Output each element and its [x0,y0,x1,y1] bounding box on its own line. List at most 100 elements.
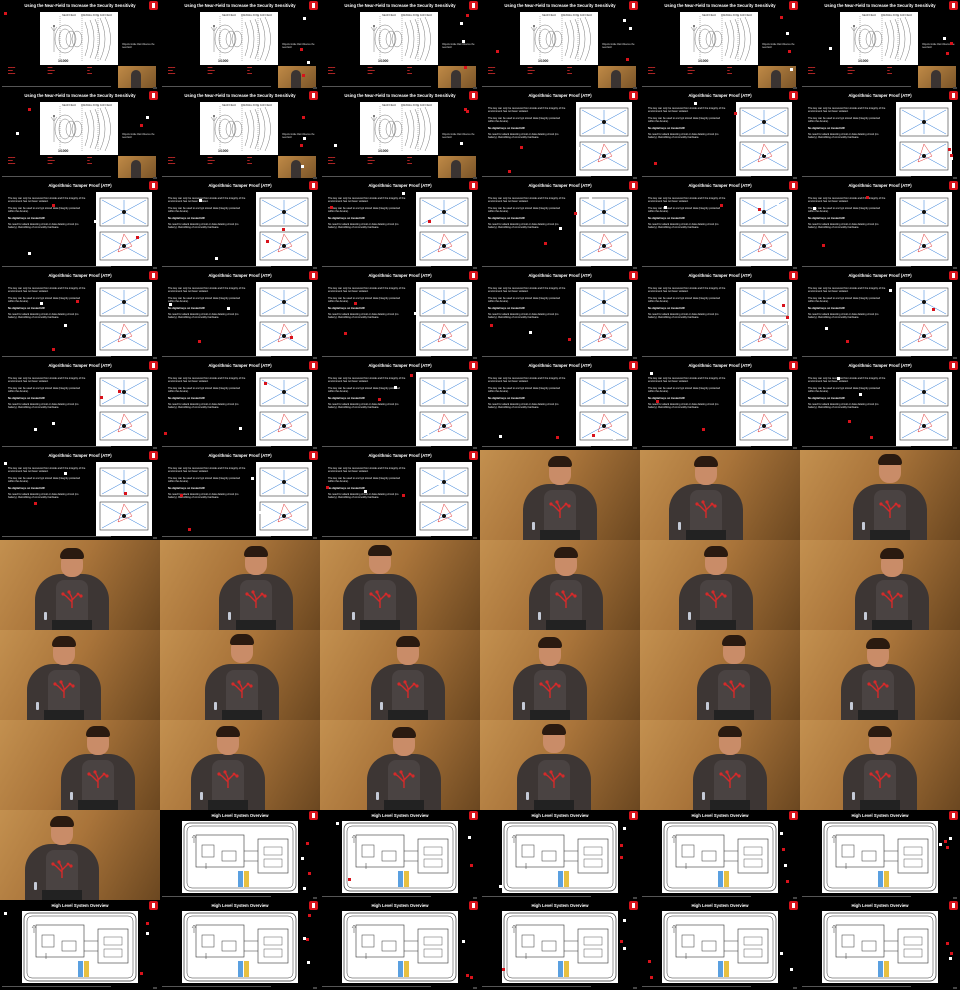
slide-atp-22[interactable]: Algorithmic Tamper Proof (ATP) The key c… [480,270,640,360]
slide-atp-17[interactable]: Algorithmic Tamper Proof (ATP) The key c… [640,180,800,270]
speaker-frame-34[interactable] [480,450,640,540]
slide-overview-66[interactable]: High Level System Overview [800,900,960,990]
speaker-frame-45[interactable] [320,630,480,720]
slide-atp-10[interactable]: Algorithmic Tamper Proof (ATP) The key c… [480,90,640,180]
speaker-frame-46[interactable] [480,630,640,720]
decor-square [948,148,951,151]
decor-square [307,961,310,964]
slide-overview-56[interactable]: High Level System Overview [160,810,320,900]
decor-square [307,61,310,64]
slide-nearfield-5[interactable]: Using the Near-Field to Increase the Sec… [640,0,800,90]
slide-footer [802,266,958,269]
slide-atp-14[interactable]: Algorithmic Tamper Proof (ATP) The key c… [160,180,320,270]
slide-atp-30[interactable]: Algorithmic Tamper Proof (ATP) The key c… [800,360,960,450]
decor-square [529,331,532,334]
slide-atp-20[interactable]: Algorithmic Tamper Proof (ATP) The key c… [160,270,320,360]
slide-atp-32[interactable]: Algorithmic Tamper Proof (ATP) The key c… [160,450,320,540]
speaker-frame-44[interactable] [160,630,320,720]
atp-paragraph-1: The key can only be recovered from insid… [808,197,886,204]
slide-overview-59[interactable]: High Level System Overview [640,810,800,900]
tree-icon [217,770,239,788]
page-number [953,177,957,179]
slide-nearfield-3[interactable]: Using the Near-Field to Increase the Sec… [320,0,480,90]
slide-overview-60[interactable]: High Level System Overview [800,810,960,900]
slide-atp-12[interactable]: Algorithmic Tamper Proof (ATP) The key c… [800,90,960,180]
speaker-frame-39[interactable] [320,540,480,630]
slide-overview-61[interactable]: High Level System Overview [0,900,160,990]
speaker-frame-51[interactable] [320,720,480,810]
page-number [633,357,637,359]
slide-overview-57[interactable]: High Level System Overview [320,810,480,900]
zone-fresnel-label: FRESNEL ZONE [561,14,580,17]
speaker-frame-40[interactable] [480,540,640,630]
decor-square [758,208,761,211]
slide-nearfield-7[interactable]: Using the Near-Field to Increase the Sec… [0,90,160,180]
slide-nearfield-9[interactable]: Using the Near-Field to Increase the Sec… [320,90,480,180]
slide-atp-19[interactable]: Algorithmic Tamper Proof (ATP) The key c… [0,270,160,360]
atp-paragraph-2: The key can be used to encrypt stored da… [808,116,881,124]
ref-logo-icon [309,181,318,190]
slide-atp-13[interactable]: Algorithmic Tamper Proof (ATP) The key c… [0,180,160,270]
atp-diagram [896,282,952,356]
slide-atp-18[interactable]: Algorithmic Tamper Proof (ATP) The key c… [800,180,960,270]
slide-atp-15[interactable]: Algorithmic Tamper Proof (ATP) The key c… [320,180,480,270]
slide-title: High Level System Overview [531,903,589,908]
speaker-frame-41[interactable] [640,540,800,630]
speaker-frame-47[interactable] [640,630,800,720]
speaker-frame-50[interactable] [160,720,320,810]
speaker-frame-37[interactable] [0,540,160,630]
atp-heading-3: No digital keys on trusted HW [488,126,525,130]
speaker-frame-35[interactable] [640,450,800,540]
speaker-frame-43[interactable] [0,630,160,720]
system-block-diagram [503,912,617,982]
speaker-frame-52[interactable] [480,720,640,810]
decor-square [4,912,7,915]
near-field-diagram: NEAR FIELD FRESNEL ZONE FAR FIELD 1/1000 [360,12,438,65]
speaker-hair [542,724,566,735]
speaker-frame-36[interactable] [800,450,960,540]
decor-square [466,110,469,113]
speaker-frame-48[interactable] [800,630,960,720]
slide-nearfield-6[interactable]: Using the Near-Field to Increase the Sec… [800,0,960,90]
slide-atp-21[interactable]: Algorithmic Tamper Proof (ATP) The key c… [320,270,480,360]
atp-heading-3: No digital keys on trusted HW [168,306,205,310]
speaker-frame-38[interactable] [160,540,320,630]
speaker-frame-53[interactable] [640,720,800,810]
decor-square [866,196,869,199]
slide-overview-62[interactable]: High Level System Overview [160,900,320,990]
slide-nearfield-2[interactable]: Using the Near-Field to Increase the Sec… [160,0,320,90]
slide-atp-16[interactable]: Algorithmic Tamper Proof (ATP) The key c… [480,180,640,270]
atp-diagram [896,192,952,266]
atp-paragraph-2: The key can be used to encrypt stored da… [648,386,721,394]
speaker-frame-49[interactable] [0,720,160,810]
slide-atp-28[interactable]: Algorithmic Tamper Proof (ATP) The key c… [480,360,640,450]
slide-nearfield-8[interactable]: Using the Near-Field to Increase the Sec… [160,90,320,180]
decor-square [623,19,626,22]
slide-atp-33[interactable]: Algorithmic Tamper Proof (ATP) The key c… [320,450,480,540]
slide-atp-24[interactable]: Algorithmic Tamper Proof (ATP) The key c… [800,270,960,360]
slide-title: Algorithmic Tamper Proof (ATP) [368,273,432,278]
page-number [473,87,477,89]
slide-nearfield-1[interactable]: Using the Near-Field to Increase the Sec… [0,0,160,90]
slide-atp-27[interactable]: Algorithmic Tamper Proof (ATP) The key c… [320,360,480,450]
slide-overview-63[interactable]: High Level System Overview [320,900,480,990]
speaker-hair [392,727,416,738]
slide-atp-31[interactable]: Algorithmic Tamper Proof (ATP) The key c… [0,450,160,540]
atp-heading-3: No digital keys on trusted HW [168,216,205,220]
slide-atp-29[interactable]: Algorithmic Tamper Proof (ATP) The key c… [640,360,800,450]
atp-bullets: The key can only be recovered from insid… [488,377,566,413]
atp-bullets: The key can only be recovered from insid… [808,377,886,413]
slide-atp-25[interactable]: Algorithmic Tamper Proof (ATP) The key c… [0,360,160,450]
slide-atp-11[interactable]: Algorithmic Tamper Proof (ATP) The key c… [640,90,800,180]
slide-atp-26[interactable]: Algorithmic Tamper Proof (ATP) The key c… [160,360,320,450]
slide-atp-23[interactable]: Algorithmic Tamper Proof (ATP) The key c… [640,270,800,360]
slide-overview-58[interactable]: High Level System Overview [480,810,640,900]
speaker-frame-54[interactable] [800,720,960,810]
speaker-frame-42[interactable] [800,540,960,630]
slide-nearfield-4[interactable]: Using the Near-Field to Increase the Sec… [480,0,640,90]
atp-enclosure-diagram [739,107,789,171]
slide-overview-65[interactable]: High Level System Overview [640,900,800,990]
slide-overview-64[interactable]: High Level System Overview [480,900,640,990]
decor-square [169,303,172,306]
speaker-frame-55[interactable] [0,810,160,900]
